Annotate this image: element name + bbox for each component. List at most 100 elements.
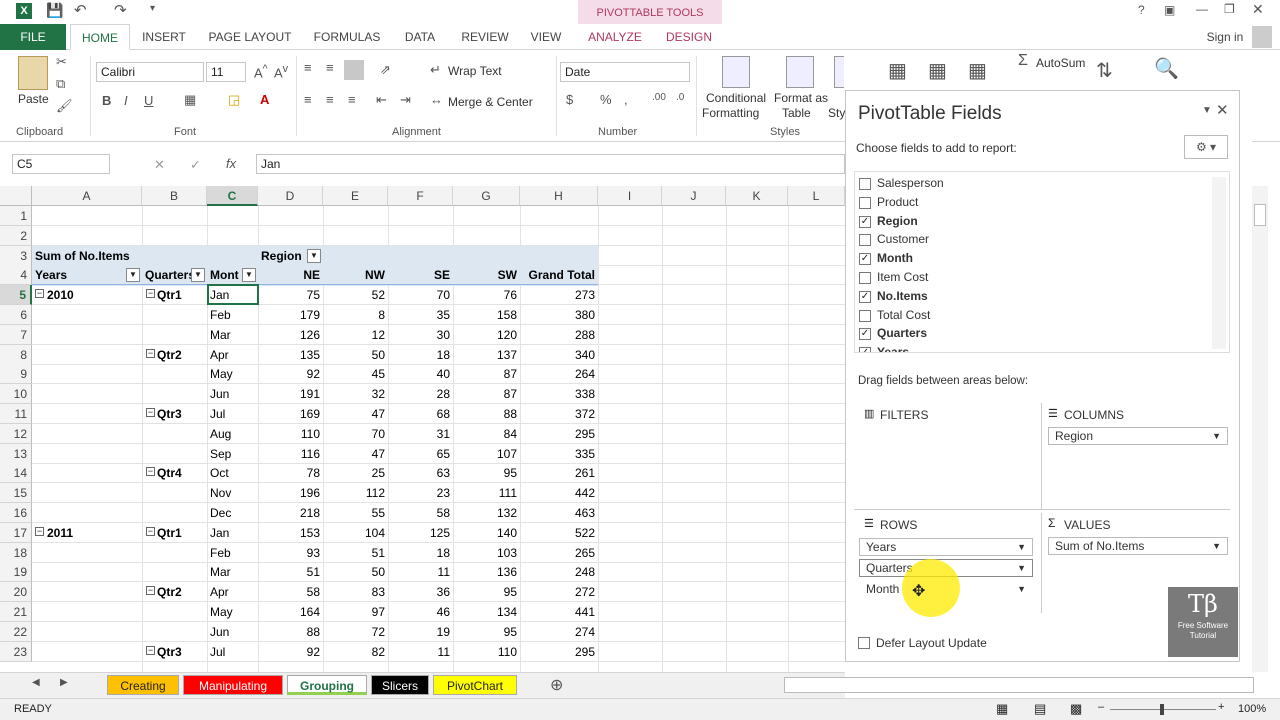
field-checkbox[interactable]: ✓ <box>859 215 871 228</box>
tab-design[interactable]: DESIGN <box>662 24 716 50</box>
pivot-value-cell[interactable]: 25 <box>323 463 388 483</box>
cancel-formula-icon[interactable]: ✕ <box>154 157 165 173</box>
column-header[interactable]: L <box>788 186 845 206</box>
field-list-scrollbar[interactable] <box>1212 177 1226 349</box>
pivot-value-cell[interactable]: 50 <box>323 562 388 582</box>
comma-icon[interactable]: , <box>624 92 628 107</box>
row-item-years[interactable]: Years ▼ <box>859 538 1033 556</box>
pivot-value-cell[interactable]: 169 <box>258 404 323 424</box>
scroll-right-icon[interactable]: ▶ <box>60 677 68 688</box>
number-format-select[interactable]: Date <box>560 62 690 82</box>
pivot-value-cell[interactable]: 84 <box>453 424 520 444</box>
enter-formula-icon[interactable]: ✓ <box>190 157 201 173</box>
pivot-value-cell[interactable]: 95 <box>453 622 520 642</box>
field-checkbox[interactable] <box>859 178 871 190</box>
pivot-value-cell[interactable]: 58 <box>388 503 453 523</box>
collapse-icon[interactable]: − <box>35 526 44 536</box>
active-cell[interactable] <box>207 284 259 306</box>
pivot-value-cell[interactable]: 36 <box>388 582 453 602</box>
pivot-value-cell[interactable]: 32 <box>323 384 388 404</box>
pivot-value-cell[interactable]: 23 <box>388 483 453 503</box>
column-header[interactable]: B <box>142 186 207 206</box>
row-header[interactable]: 2 <box>0 225 32 246</box>
defer-layout-checkbox[interactable] <box>858 637 870 649</box>
field-checkbox[interactable] <box>859 272 871 284</box>
row-item-month[interactable]: Month ▼ <box>859 580 1033 598</box>
pivot-value-cell[interactable]: 153 <box>258 523 323 543</box>
pivot-value-cell[interactable]: 380 <box>520 305 598 325</box>
scroll-thumb[interactable] <box>1254 204 1266 226</box>
orientation-icon[interactable]: ⇗ <box>380 62 391 78</box>
pivot-value-cell[interactable]: 18 <box>388 345 453 365</box>
pivot-value-cell[interactable]: 441 <box>520 602 598 622</box>
pivot-value-cell[interactable]: 135 <box>258 345 323 365</box>
pivot-value-cell[interactable]: 218 <box>258 503 323 523</box>
pivot-value-cell[interactable]: 340 <box>520 345 598 365</box>
sheet-tab-grouping[interactable]: Grouping <box>287 675 367 695</box>
chevron-down-icon[interactable]: ▼ <box>1212 538 1221 554</box>
row-header[interactable]: 17 <box>0 522 32 543</box>
cell-styles-icon[interactable] <box>834 56 844 88</box>
row-header[interactable]: 15 <box>0 483 32 504</box>
pivot-value-cell[interactable]: 136 <box>453 562 520 582</box>
pivot-value-cell[interactable]: 272 <box>520 582 598 602</box>
year-row-label[interactable]: 2010 <box>36 285 136 305</box>
autosum-icon[interactable]: Σ <box>1018 52 1028 70</box>
pivot-value-cell[interactable]: 179 <box>258 305 323 325</box>
month-row-label[interactable]: Oct <box>210 463 256 483</box>
field-checkbox[interactable]: ✓ <box>859 253 871 266</box>
pivot-value-cell[interactable]: 104 <box>323 523 388 543</box>
worksheet-grid[interactable]: A B C D E F G H I J K L 1 2 3 4 5 6 7 8 9 10 11 12 13 14 15 16 17 18 1… <box>0 186 845 672</box>
zoom-in-icon[interactable]: + <box>1218 701 1224 713</box>
pivot-value-cell[interactable]: 40 <box>388 364 453 384</box>
zoom-slider-thumb[interactable] <box>1160 704 1164 715</box>
year-row-label[interactable]: 2011 <box>36 523 136 543</box>
field-label[interactable]: Item Cost <box>877 270 928 284</box>
column-header[interactable]: G <box>453 186 520 206</box>
italic-icon[interactable]: I <box>124 93 128 108</box>
restore-icon[interactable]: ❐ <box>1224 2 1235 16</box>
column-header[interactable]: I <box>598 186 662 206</box>
pivot-value-cell[interactable]: 273 <box>520 285 598 305</box>
field-checkbox[interactable] <box>859 309 871 322</box>
row-header[interactable]: 20 <box>0 582 32 603</box>
row-header[interactable]: 18 <box>0 542 32 563</box>
scroll-left-icon[interactable]: ◀ <box>32 677 40 688</box>
format-as-table-button[interactable]: Format as <box>774 91 828 105</box>
select-all-corner[interactable] <box>0 186 32 206</box>
sign-in-link[interactable]: Sign in <box>1200 24 1250 50</box>
sheet-tab-creating[interactable]: Creating <box>107 675 179 695</box>
month-row-label[interactable]: Apr <box>210 345 256 365</box>
column-item-region[interactable]: Region ▼ <box>1048 427 1228 445</box>
wrap-text-icon[interactable]: ↵ <box>430 62 441 78</box>
row-header[interactable]: 6 <box>0 305 32 325</box>
pivot-value-cell[interactable]: 47 <box>323 444 388 464</box>
tab-page-layout[interactable]: PAGE LAYOUT <box>204 24 296 50</box>
pivot-value-cell[interactable]: 19 <box>388 622 453 642</box>
pivot-value-cell[interactable]: 97 <box>323 602 388 622</box>
cell-styles-label[interactable]: Sty <box>828 106 845 120</box>
normal-view-icon[interactable]: ▦ <box>996 701 1008 717</box>
tab-review[interactable]: REVIEW <box>458 24 512 50</box>
pivot-value-cell[interactable]: 463 <box>520 503 598 523</box>
pivot-value-cell[interactable]: 65 <box>388 444 453 464</box>
pivot-value-cell[interactable]: 522 <box>520 523 598 543</box>
align-right-icon[interactable]: ≡ <box>348 92 356 107</box>
tab-file[interactable]: FILE <box>0 24 66 50</box>
ribbon-options-icon[interactable]: ▣ <box>1164 3 1175 17</box>
month-row-label[interactable]: Dec <box>210 503 256 523</box>
format-as-table-icon[interactable] <box>786 56 814 88</box>
collapse-icon[interactable]: − <box>35 289 44 299</box>
avatar[interactable] <box>1252 26 1272 48</box>
collapse-icon[interactable]: − <box>146 467 155 477</box>
chevron-down-icon[interactable]: ▼ <box>1017 560 1026 576</box>
pivot-value-cell[interactable]: 111 <box>453 483 520 503</box>
pivot-value-cell[interactable]: 295 <box>520 424 598 444</box>
page-layout-view-icon[interactable]: ▤ <box>1034 701 1046 717</box>
pivot-value-cell[interactable]: 265 <box>520 543 598 563</box>
field-label[interactable]: Region <box>877 214 918 228</box>
pivot-value-cell[interactable]: 107 <box>453 444 520 464</box>
month-row-label[interactable]: Mar <box>210 562 256 582</box>
pivot-value-cell[interactable]: 72 <box>323 622 388 642</box>
quarter-row-label[interactable]: Qtr3 <box>146 404 206 424</box>
